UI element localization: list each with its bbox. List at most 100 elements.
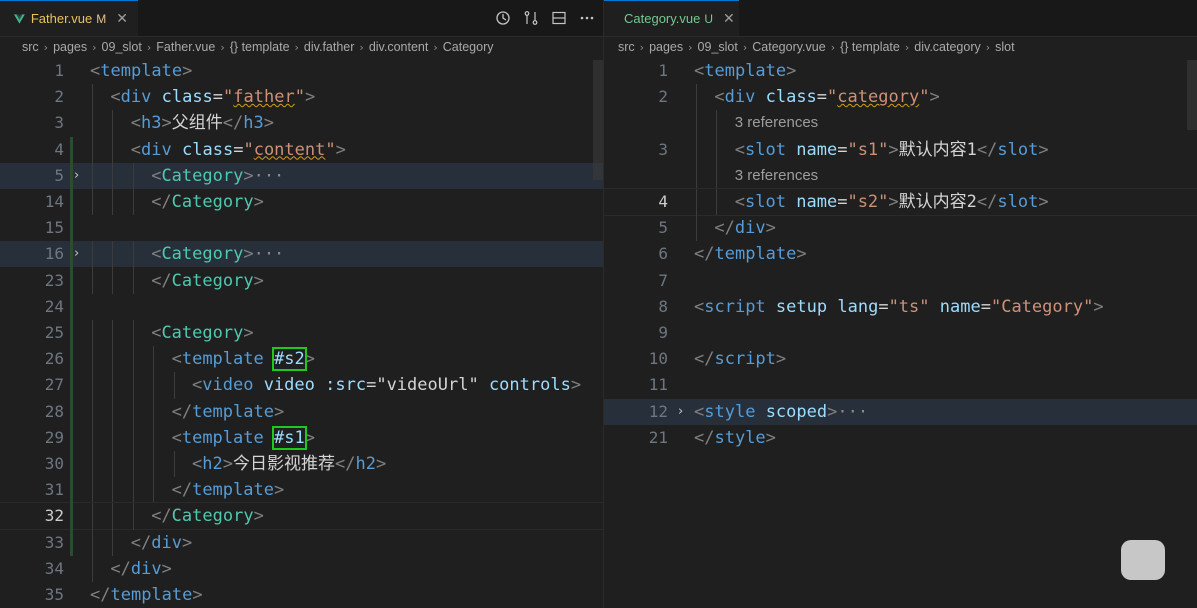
code-token: = [837, 192, 848, 212]
breadcrumb-separator-icon: › [220, 40, 225, 54]
code-line[interactable]: 31 </template> [0, 477, 603, 504]
code-line[interactable]: 7 [604, 268, 1197, 294]
code-token: > [243, 165, 254, 186]
breadcrumb-item[interactable]: div.father [304, 40, 355, 54]
code-token: class [161, 87, 213, 108]
code-line[interactable]: 14 </Category> [0, 189, 603, 216]
code-line[interactable]: 2 <div class="father"> [0, 84, 603, 111]
tab-father-vue[interactable]: Father.vue M ✕ [0, 0, 138, 36]
code-line[interactable]: 6 </template> [604, 241, 1197, 267]
code-line[interactable]: 8 <script setup lang="ts" name="Category"… [604, 294, 1197, 320]
indent-guide [153, 372, 155, 399]
code-token: ··· [253, 244, 285, 265]
code-token: name [796, 192, 838, 212]
code-line[interactable]: 26 <template #s2> [0, 346, 603, 373]
breadcrumb-item[interactable]: 09_slot [102, 40, 142, 54]
timeline-icon[interactable] [495, 10, 511, 26]
code-line[interactable]: 33 </div> [0, 529, 603, 556]
breadcrumb-item[interactable]: src [618, 40, 635, 54]
code-token: Category [161, 244, 244, 265]
code-line[interactable]: 35 </template> [0, 582, 603, 608]
code-line[interactable]: 34 </div> [0, 555, 603, 582]
code-line[interactable]: 28 </template> [0, 398, 603, 425]
code-line[interactable]: 4 <div class="content"> [0, 136, 603, 163]
code-token: > [375, 454, 387, 474]
chevron-right-icon[interactable]: › [74, 241, 79, 267]
codelens-references[interactable]: 3 references [604, 162, 1197, 189]
scrollbar-thumb[interactable] [1187, 60, 1197, 130]
breadcrumb-item[interactable]: src [22, 40, 39, 54]
code-line[interactable]: 1 <template> [0, 58, 603, 84]
code-text: </script> [694, 346, 786, 372]
indent-guide [132, 162, 134, 189]
references-link[interactable]: 3 references [735, 163, 818, 189]
code-line[interactable]: 1 <template> [604, 58, 1197, 84]
tab-category-vue[interactable]: Category.vue U ✕ [604, 0, 739, 36]
close-icon[interactable]: ✕ [723, 11, 735, 27]
code-line[interactable]: 5 </div> [604, 215, 1197, 242]
code-token: > [253, 270, 264, 291]
breadcrumb-item[interactable]: {} template [230, 40, 290, 54]
highlighted-slot-name: #s2 [272, 347, 307, 372]
code-token: < [130, 113, 142, 134]
code-line[interactable]: 9 [604, 320, 1197, 346]
untracked-badge: U [704, 11, 714, 26]
code-line[interactable]: 10 </script> [604, 346, 1197, 372]
breadcrumb-item[interactable]: 09_slot [698, 40, 738, 54]
code-line[interactable]: 4 <slot name="s2">默认内容2</slot> [604, 188, 1197, 216]
code-line[interactable]: 32 </Category> [0, 502, 603, 531]
code-editor[interactable]: 1 <template> 2 <div class="category"> 3 refe… [604, 58, 1197, 608]
line-number: 15 [44, 218, 64, 238]
code-token: slot [997, 139, 1039, 160]
indent-guide [92, 503, 93, 530]
breadcrumb-item[interactable]: {} template [840, 40, 900, 54]
code-text: <template> [694, 58, 796, 84]
code-text: </template> [172, 399, 285, 425]
code-editor[interactable]: 1 <template> 2 <div class="father"> 3 <h3>父组件… [0, 58, 603, 608]
breadcrumb-item[interactable]: Father.vue [156, 40, 215, 54]
indent-guide [112, 346, 114, 373]
chevron-right-icon[interactable]: › [678, 399, 683, 425]
references-link[interactable]: 3 references [735, 110, 818, 136]
code-line[interactable]: 12 › <style scoped>··· [604, 398, 1197, 425]
indent-guide [173, 372, 175, 399]
compare-changes-icon[interactable] [523, 10, 539, 26]
code-token: > [1038, 192, 1049, 212]
code-token: > [243, 244, 254, 265]
code-line[interactable]: 29 <template #s1> [0, 424, 603, 451]
breadcrumb-item[interactable]: div.content [369, 40, 429, 54]
code-line[interactable]: 11 [604, 372, 1197, 398]
breadcrumb-item[interactable]: Category.vue [752, 40, 825, 54]
breadcrumb-item[interactable]: div.category [914, 40, 980, 54]
code-line[interactable]: 21 </style> [604, 425, 1197, 451]
codelens-references[interactable]: 3 references [604, 110, 1197, 137]
git-change-indicator[interactable] [70, 320, 73, 556]
close-icon[interactable]: ✕ [116, 11, 128, 27]
code-line[interactable]: 25 <Category> [0, 320, 603, 347]
line-number: 10 [648, 349, 668, 369]
breadcrumb-separator-icon: › [742, 40, 748, 54]
code-line[interactable]: 27 <video video :src="videoUrl" controls> [0, 372, 603, 399]
code-line[interactable]: 23 </Category> [0, 267, 603, 294]
code-line[interactable]: 2 <div class="category"> [604, 84, 1197, 111]
breadcrumb-item[interactable]: pages [649, 40, 683, 54]
code-line[interactable]: 3 <slot name="s1">默认内容1</slot> [604, 136, 1197, 163]
breadcrumb-item[interactable]: pages [53, 40, 87, 54]
scrollbar-thumb[interactable] [593, 60, 603, 180]
breadcrumb-item[interactable]: slot [995, 40, 1014, 54]
code-line[interactable]: 24 [0, 294, 603, 320]
code-line[interactable]: 15 [0, 215, 603, 241]
code-line[interactable]: 3 <h3>父组件</h3> [0, 110, 603, 137]
code-line[interactable]: 16 › <Category>··· [0, 241, 603, 268]
code-token: scoped [765, 401, 828, 422]
code-line[interactable]: 5 › <Category>··· [0, 162, 603, 189]
breadcrumb-item[interactable]: Category [443, 40, 494, 54]
chevron-right-icon[interactable]: › [74, 163, 79, 189]
video-platform-logo [1121, 540, 1165, 580]
split-editor-icon[interactable] [551, 10, 567, 26]
breadcrumb-separator-icon: › [830, 40, 836, 54]
code-line[interactable]: 30 <h2>今日影视推荐</h2> [0, 451, 603, 478]
more-actions-icon[interactable] [579, 10, 595, 26]
